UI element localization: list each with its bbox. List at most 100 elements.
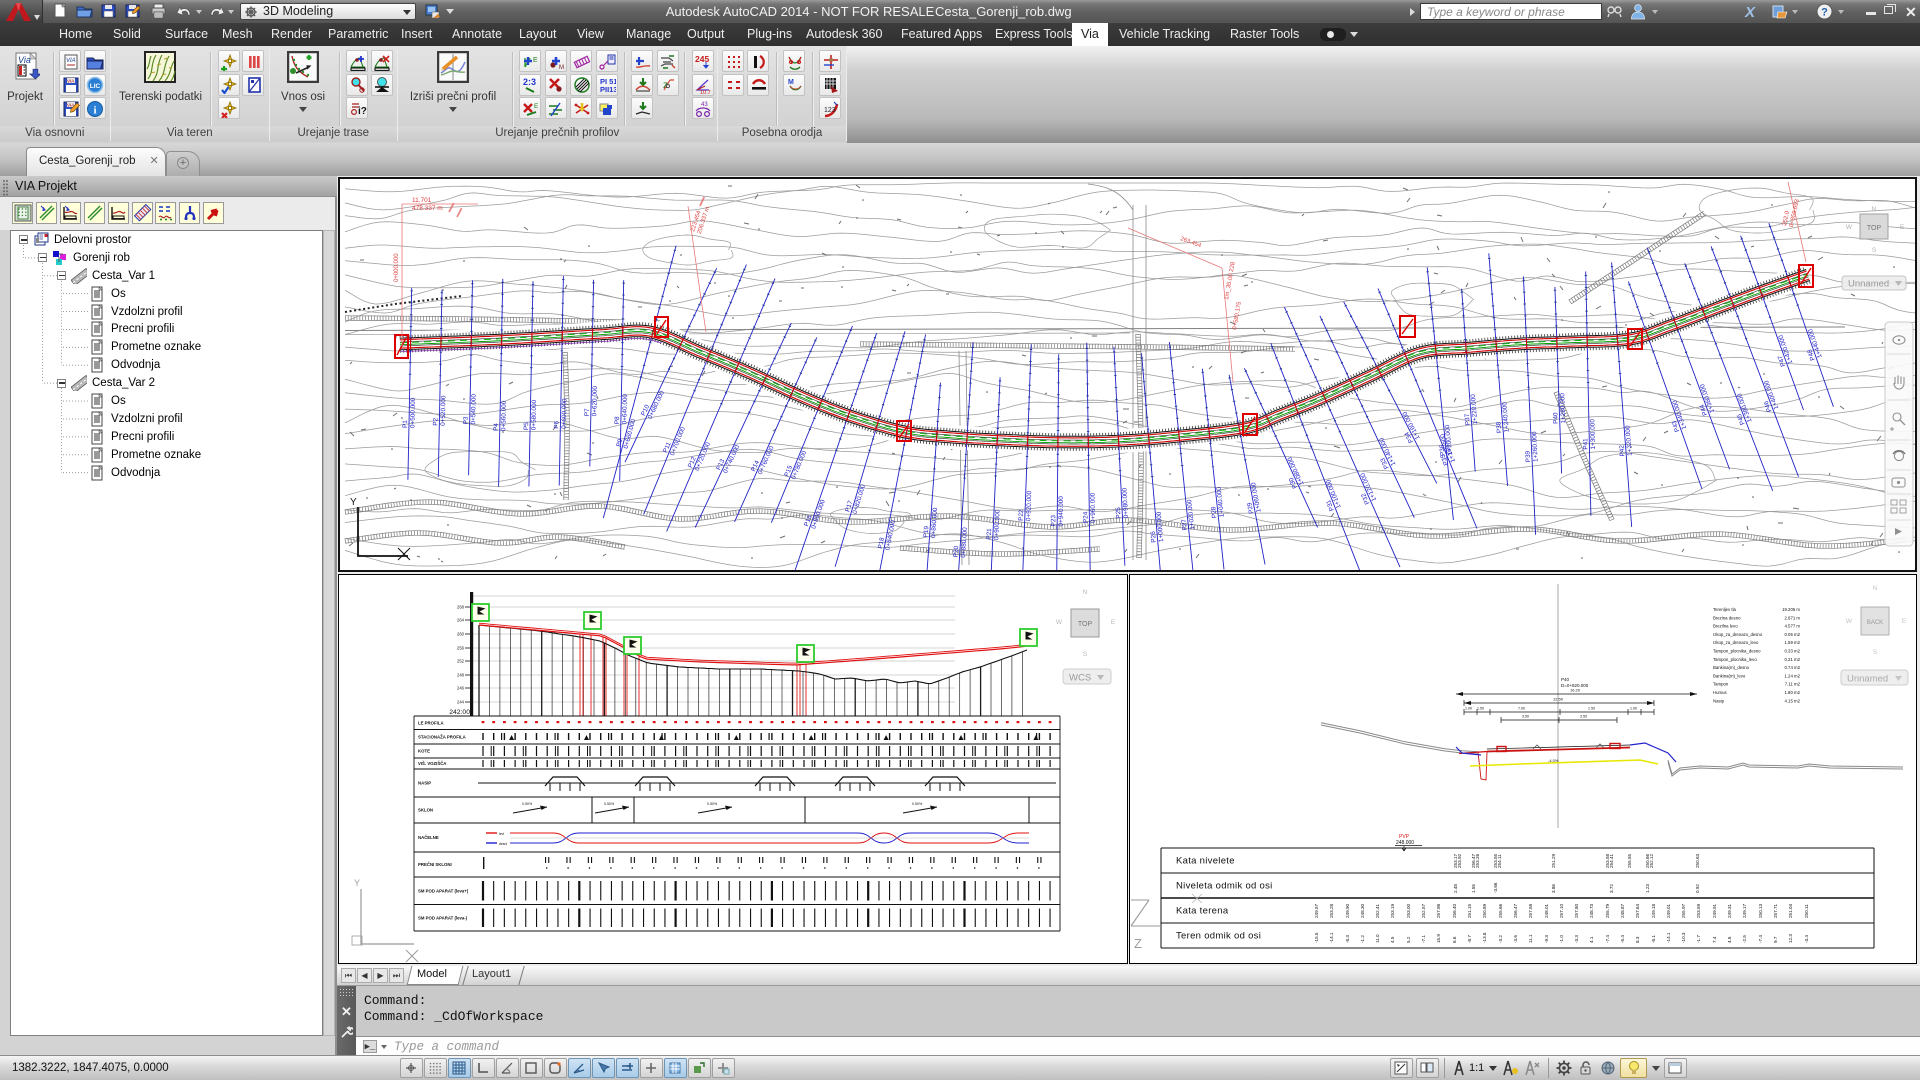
svg-text:M: M (788, 79, 794, 86)
svg-text:Brezina desno: Brezina desno (1713, 615, 1741, 620)
svg-text:desni: desni (499, 842, 507, 846)
svg-text:Izkop_za_drenazo_desno: Izkop_za_drenazo_desno (1713, 632, 1763, 637)
svg-text:NASIP: NASIP (418, 781, 431, 786)
svg-text:4.5: 4.5 (1390, 936, 1395, 943)
svg-text:P24: P24 (1082, 511, 1089, 523)
svg-text:W: W (1056, 619, 1063, 626)
svg-text:-4.0%: -4.0% (1548, 758, 1559, 763)
svg-text:-8.3: -8.3 (1345, 935, 1350, 943)
svg-text:E: E (534, 103, 539, 110)
svg-text:P23: P23 (1050, 515, 1057, 527)
svg-text:7.11 m2: 7.11 m2 (1785, 682, 1801, 687)
svg-text:W: W (1846, 224, 1853, 231)
svg-text:6.6: 6.6 (1452, 936, 1457, 943)
svg-text:P8: P8 (614, 416, 621, 424)
svg-text:257.98: 257.98 (1436, 904, 1441, 918)
svg-text:12.3: 12.3 (1788, 934, 1793, 943)
svg-text:0+580.000: 0+580.000 (530, 399, 538, 430)
svg-text:1.59 m2: 1.59 m2 (1784, 640, 1800, 645)
svg-text:268: 268 (457, 605, 465, 610)
svg-text:43: 43 (701, 102, 708, 108)
svg-text:LE PROFILA: LE PROFILA (418, 720, 444, 725)
svg-text:251.29: 251.29 (1551, 854, 1556, 868)
svg-text:257.64: 257.64 (1635, 904, 1640, 918)
svg-text:-7.4: -7.4 (1758, 935, 1763, 943)
svg-text:N: N (1083, 589, 1088, 596)
svg-text:4.577 m: 4.577 m (1784, 624, 1800, 629)
svg-text:SM POD APARAT (leva+): SM POD APARAT (leva+) (418, 888, 469, 893)
svg-text:levi: levi (499, 832, 504, 836)
svg-text:246: 246 (457, 686, 465, 691)
svg-text:1.23: 1.23 (1645, 884, 1650, 893)
svg-text:P5: P5 (523, 422, 530, 430)
svg-text:Niveleta odmik od osi: Niveleta odmik od osi (1176, 881, 1273, 892)
svg-text:1+300.000: 1+300.000 (1589, 419, 1597, 450)
svg-text:253.59: 253.59 (1696, 904, 1701, 918)
svg-text:-3.3: -3.3 (1574, 935, 1579, 943)
svg-text:-3.2: -3.2 (1498, 935, 1503, 943)
svg-text:Terenljev tla: Terenljev tla (1713, 607, 1737, 612)
svg-text:0+940.000: 0+940.000 (1058, 496, 1065, 527)
svg-text:0.50%: 0.50% (912, 802, 923, 806)
svg-text:TOP: TOP (1867, 225, 1882, 232)
svg-text:253.19: 253.19 (1390, 904, 1395, 918)
svg-text:249.18: 249.18 (1651, 904, 1656, 918)
svg-text:Tampon_plocnika_levo: Tampon_plocnika_levo (1713, 657, 1757, 662)
svg-text:257.71: 257.71 (1773, 904, 1778, 918)
svg-text:0.74 m2: 0.74 m2 (1784, 665, 1800, 670)
svg-text:11.701: 11.701 (412, 197, 432, 204)
svg-text:BACK: BACK (1867, 620, 1883, 626)
svg-text:252.12: 252.12 (1649, 854, 1654, 868)
svg-text:P1: P1 (402, 420, 409, 428)
svg-text:260: 260 (457, 632, 465, 637)
svg-text:1+260.000: 1+260.000 (1531, 431, 1539, 462)
svg-text:16.20: 16.20 (1570, 688, 1581, 693)
svg-text:250.63: 250.63 (1695, 854, 1700, 868)
svg-text:-8.1: -8.1 (1651, 935, 1656, 943)
svg-text:-7.4: -7.4 (1605, 935, 1610, 943)
svg-text:249.31: 249.31 (1727, 904, 1732, 918)
svg-text:242:00: 242:00 (449, 709, 470, 716)
svg-text:0.50%: 0.50% (522, 802, 533, 806)
svg-text:256.40: 256.40 (1452, 904, 1457, 918)
svg-text:2.48: 2.48 (1453, 884, 1458, 893)
svg-text:KOTE: KOTE (418, 749, 430, 754)
svg-text:Kata terena: Kata terena (1176, 906, 1229, 917)
svg-text:E: E (1111, 619, 1116, 626)
svg-text:249.57: 249.57 (1314, 904, 1319, 918)
svg-text:Nasip: Nasip (1713, 698, 1725, 703)
svg-text:245: 245 (695, 54, 709, 64)
svg-text:9.7: 9.7 (1773, 936, 1778, 943)
svg-text:2.671 m: 2.671 m (1784, 615, 1800, 620)
svg-text:-7.1: -7.1 (1421, 935, 1426, 943)
svg-text:253.26: 253.26 (1475, 854, 1480, 868)
svg-text:7.00: 7.00 (1518, 707, 1525, 711)
svg-text:249.90: 249.90 (1345, 904, 1350, 918)
svg-text:0+520.000: 0+520.000 (440, 395, 448, 426)
svg-text:15.9: 15.9 (1436, 934, 1441, 943)
svg-text:1.50: 1.50 (1588, 707, 1595, 711)
svg-text:LIC: LIC (90, 83, 101, 90)
svg-text:0+000.000: 0+000.000 (394, 253, 400, 282)
svg-text:-15.5: -15.5 (1314, 932, 1319, 943)
svg-text:Teren odmik od osi: Teren odmik od osi (1176, 931, 1261, 942)
svg-text:248: 248 (457, 673, 465, 678)
svg-text:10.7: 10.7 (700, 90, 711, 94)
svg-text:Bankina(m)_desno: Bankina(m)_desno (1713, 665, 1750, 670)
svg-text:251.15: 251.15 (1467, 904, 1472, 918)
svg-text:256.47: 256.47 (1513, 904, 1518, 918)
svg-text:0+960.000: 0+960.000 (1090, 492, 1097, 523)
svg-text:0+560.000: 0+560.000 (500, 400, 508, 431)
svg-text:257.80: 257.80 (1574, 904, 1579, 918)
svg-text:478.337 m: 478.337 m (412, 205, 443, 212)
svg-text:-1.2: -1.2 (1360, 935, 1365, 943)
svg-text:252.57: 252.57 (1421, 904, 1426, 918)
svg-text:2:3: 2:3 (523, 77, 536, 87)
svg-text:Z: Z (1134, 936, 1142, 951)
svg-text:N: N (1872, 206, 1877, 213)
svg-text:248.000: 248.000 (1396, 840, 1414, 846)
svg-text:-14.1: -14.1 (1666, 932, 1671, 943)
svg-text:VIA: VIA (67, 79, 74, 84)
svg-text:250.11: 250.11 (1804, 904, 1809, 918)
svg-text:0.05 m2: 0.05 m2 (1784, 632, 1800, 637)
